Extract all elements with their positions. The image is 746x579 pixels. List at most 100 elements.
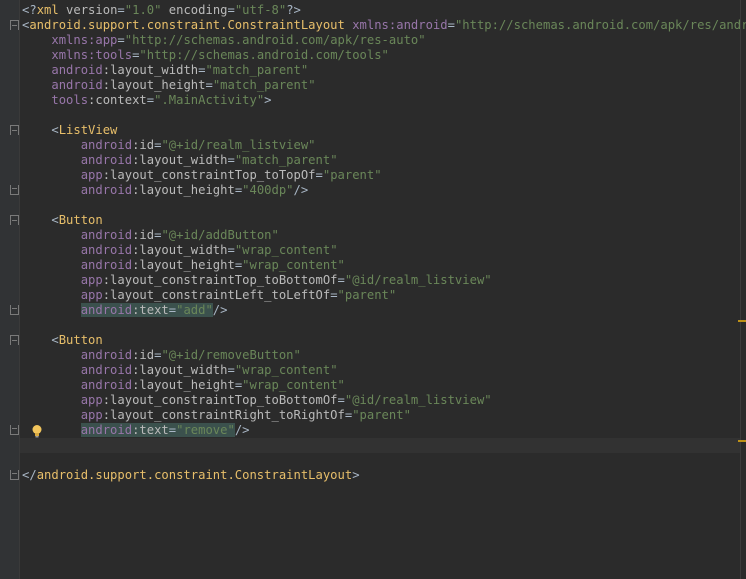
warning-marker[interactable] bbox=[738, 320, 746, 322]
code-line[interactable]: app:layout_constraintLeft_toLeftOf="pare… bbox=[22, 288, 397, 303]
code-line[interactable]: android:id="@+id/realm_listview" bbox=[22, 138, 316, 153]
right-margin-guide bbox=[740, 0, 741, 579]
code-token: "http://schemas.android.com/apk/res/andr… bbox=[454, 18, 746, 32]
code-token: ?> bbox=[286, 3, 301, 17]
code-token: android bbox=[51, 78, 103, 92]
code-token: app bbox=[80, 393, 103, 407]
code-token: android bbox=[80, 183, 133, 197]
code-line[interactable]: android:id="@+id/addButton" bbox=[22, 228, 279, 243]
code-line[interactable]: app:layout_constraintTop_toBottomOf="@id… bbox=[22, 393, 492, 408]
code-line[interactable]: android:text="remove"/> bbox=[22, 423, 250, 438]
code-token: :layout_width bbox=[132, 363, 228, 377]
code-token: xmlns:tools bbox=[51, 48, 133, 62]
code-token: :layout_height bbox=[132, 258, 235, 272]
fold-close-icon[interactable] bbox=[10, 470, 19, 480]
code-token: android bbox=[80, 348, 133, 362]
code-token: "match_parent" bbox=[234, 153, 338, 167]
code-token: "wrap_content" bbox=[234, 363, 338, 377]
code-line[interactable]: android:id="@+id/removeButton" bbox=[22, 348, 301, 363]
code-line[interactable]: app:layout_constraintTop_toBottomOf="@id… bbox=[22, 273, 492, 288]
code-token: app bbox=[80, 408, 103, 422]
code-token: :layout_width bbox=[132, 243, 228, 257]
code-token: android.support.constraint.ConstraintLay… bbox=[29, 18, 353, 32]
code-token: Button bbox=[58, 213, 103, 227]
code-token: Button bbox=[58, 333, 103, 347]
code-line[interactable]: <ListView bbox=[22, 123, 117, 138]
code-line[interactable]: android:layout_width="match_parent" bbox=[22, 63, 308, 78]
code-token: android bbox=[80, 303, 133, 317]
fold-open-icon[interactable] bbox=[10, 125, 19, 135]
code-token: = bbox=[168, 423, 177, 437]
code-token: xmlns:app bbox=[51, 33, 118, 47]
code-token: :layout_height bbox=[132, 378, 235, 392]
code-token: "utf-8" bbox=[234, 3, 287, 17]
current-line-highlight bbox=[20, 438, 740, 453]
code-line[interactable]: </android.support.constraint.ConstraintL… bbox=[22, 468, 360, 483]
code-token: <? bbox=[22, 3, 37, 17]
code-token: "parent" bbox=[352, 408, 411, 422]
fold-open-icon[interactable] bbox=[10, 335, 19, 345]
fold-close-icon[interactable] bbox=[10, 305, 19, 315]
code-token: "remove" bbox=[176, 423, 235, 437]
code-token: :id bbox=[132, 138, 155, 152]
code-line[interactable]: xmlns:tools="http://schemas.android.com/… bbox=[22, 48, 389, 63]
code-line[interactable]: app:layout_constraintRight_toRightOf="pa… bbox=[22, 408, 411, 423]
code-token: = bbox=[227, 363, 235, 377]
code-token: = bbox=[117, 33, 125, 47]
code-token: = bbox=[315, 168, 323, 182]
code-token: "http://schemas.android.com/tools" bbox=[139, 48, 389, 62]
code-token: xmlns:android bbox=[352, 18, 448, 32]
code-token: :layout_height bbox=[102, 78, 206, 92]
code-line[interactable]: tools:context=".MainActivity"> bbox=[22, 93, 272, 108]
code-token: :text bbox=[132, 303, 169, 317]
warning-marker[interactable] bbox=[738, 440, 746, 442]
lightbulb-icon[interactable] bbox=[30, 424, 44, 438]
fold-open-icon[interactable] bbox=[10, 20, 19, 30]
code-token: :id bbox=[132, 348, 155, 362]
code-token: android bbox=[80, 153, 133, 167]
code-token: :layout_constraintTop_toTopOf bbox=[102, 168, 316, 182]
code-line[interactable]: android:text="add"/> bbox=[22, 303, 227, 318]
code-line[interactable]: android:layout_height="match_parent" bbox=[22, 78, 315, 93]
code-token: "@+id/realm_listview" bbox=[161, 138, 316, 152]
code-line[interactable]: <Button bbox=[22, 213, 103, 228]
fold-open-icon[interactable] bbox=[10, 215, 19, 225]
code-token: :layout_constraintLeft_toLeftOf bbox=[102, 288, 331, 302]
code-line[interactable]: android:layout_height="wrap_content" bbox=[22, 378, 345, 393]
code-line[interactable]: <?xml version="1.0" encoding="utf-8"?> bbox=[22, 3, 301, 18]
code-token: = bbox=[447, 18, 455, 32]
code-token: > bbox=[264, 93, 272, 107]
fold-close-icon[interactable] bbox=[10, 425, 19, 435]
fold-close-icon[interactable] bbox=[10, 185, 19, 195]
code-line[interactable]: app:layout_constraintTop_toTopOf="parent… bbox=[22, 168, 382, 183]
code-token: "@id/realm_listview" bbox=[344, 393, 492, 407]
code-token: android bbox=[51, 63, 103, 77]
code-token: = bbox=[227, 243, 235, 257]
code-token: "match_parent" bbox=[205, 63, 309, 77]
code-token: "wrap_content" bbox=[242, 258, 345, 272]
code-token: /> bbox=[293, 183, 309, 197]
code-token: app bbox=[80, 288, 103, 302]
code-line[interactable]: <android.support.constraint.ConstraintLa… bbox=[22, 18, 746, 33]
code-token: tools bbox=[51, 93, 89, 107]
code-line[interactable]: android:layout_height="wrap_content" bbox=[22, 258, 345, 273]
code-line[interactable]: xmlns:app="http://schemas.android.com/ap… bbox=[22, 33, 426, 48]
code-line[interactable]: android:layout_width="wrap_content" bbox=[22, 363, 338, 378]
code-token: = bbox=[146, 93, 155, 107]
code-line[interactable]: android:layout_width="match_parent" bbox=[22, 153, 338, 168]
code-line[interactable]: android:layout_width="wrap_content" bbox=[22, 243, 338, 258]
code-line[interactable]: android:layout_height="400dp"/> bbox=[22, 183, 309, 198]
code-token: "400dp" bbox=[242, 183, 294, 197]
code-token: /> bbox=[212, 303, 228, 317]
code-token: "http://schemas.android.com/apk/res-auto… bbox=[124, 33, 426, 47]
code-line[interactable]: <Button bbox=[22, 333, 103, 348]
